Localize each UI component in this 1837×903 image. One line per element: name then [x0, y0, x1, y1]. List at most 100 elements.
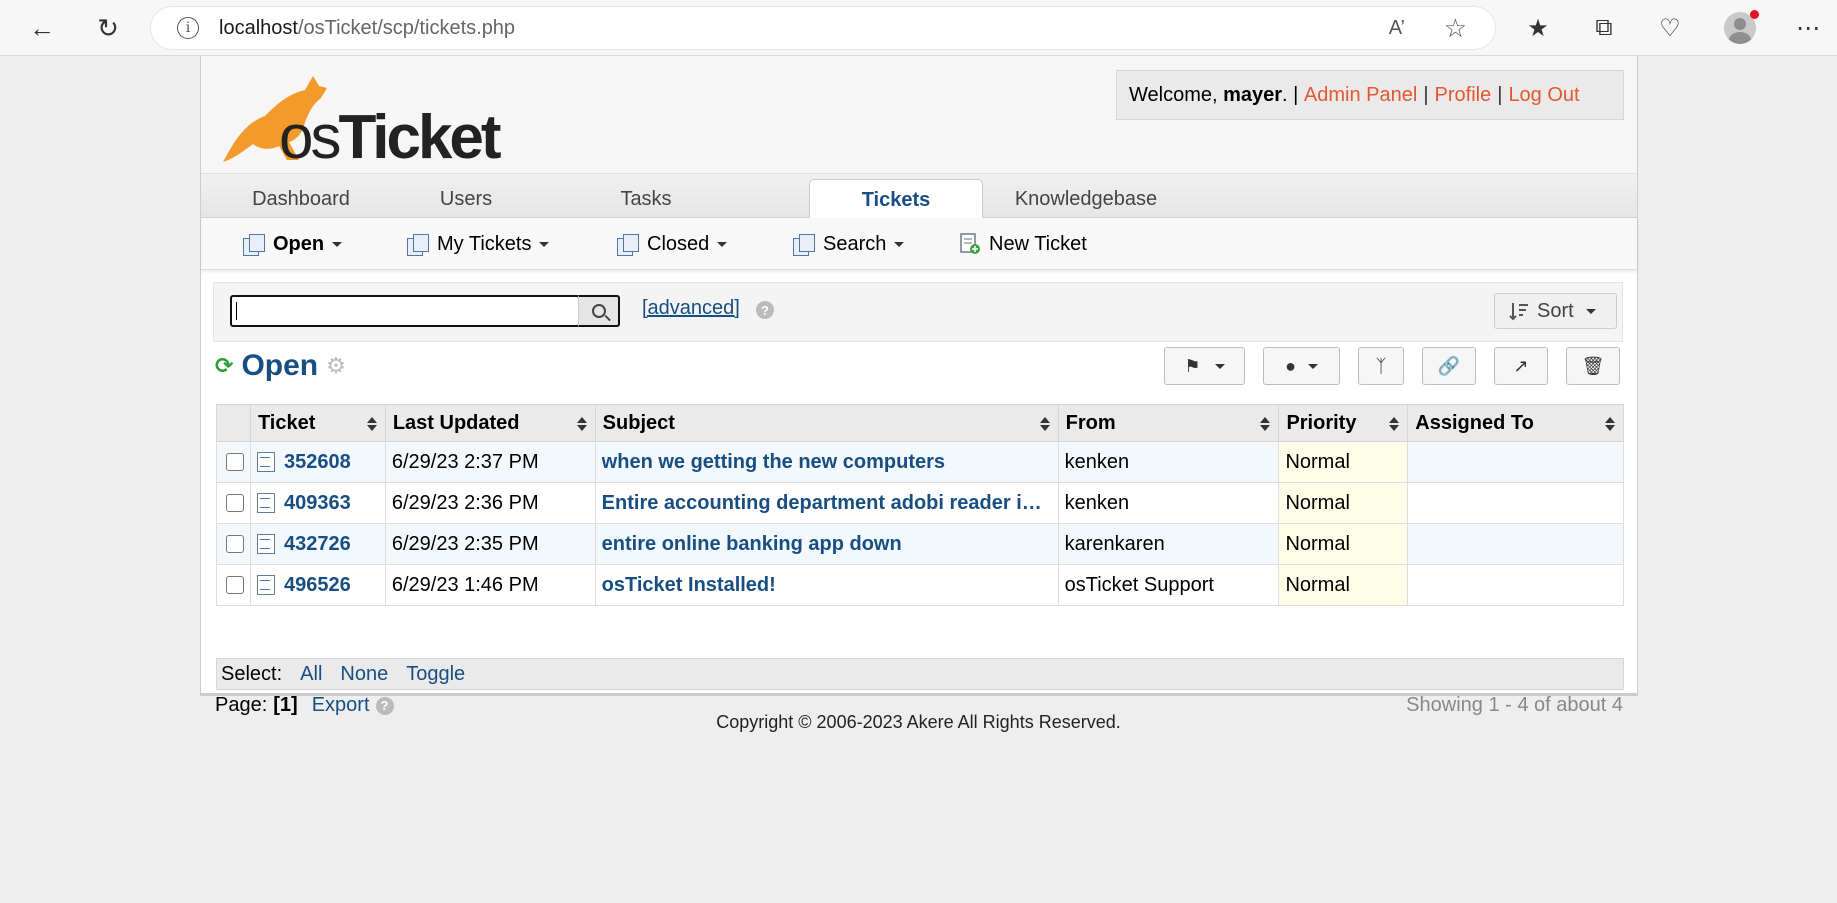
- queue-icon: [793, 234, 815, 256]
- transfer-button[interactable]: ↗: [1494, 347, 1548, 385]
- row-checkbox[interactable]: [226, 576, 245, 595]
- url-path: /osTicket/scp/tickets.php: [297, 16, 516, 39]
- url-text[interactable]: localhost/osTicket/scp/tickets.php: [219, 17, 515, 40]
- search-button[interactable]: [578, 295, 620, 327]
- column-header-assigned-to[interactable]: Assigned To: [1407, 404, 1624, 442]
- ticket-number-link[interactable]: 496526: [284, 574, 351, 597]
- ticket-number-link[interactable]: 409363: [284, 492, 351, 515]
- gear-icon[interactable]: ⚙: [326, 353, 346, 379]
- refresh-icon[interactable]: ⟳: [215, 353, 233, 379]
- subnav-my-tickets[interactable]: My Tickets: [407, 230, 550, 258]
- select-none-link[interactable]: None: [340, 663, 388, 686]
- column-header-subject[interactable]: Subject: [594, 404, 1059, 442]
- profile-link[interactable]: Profile: [1435, 84, 1492, 107]
- subject-cell: entire online banking app down: [594, 523, 1059, 565]
- search-input[interactable]: [230, 295, 580, 327]
- caret-down-icon: [539, 241, 550, 247]
- assign-button[interactable]: ●: [1263, 347, 1340, 385]
- sort-button[interactable]: Sort: [1494, 293, 1617, 329]
- subnav-search[interactable]: Search: [793, 230, 905, 258]
- tab-knowledgebase[interactable]: Knowledgebase: [1001, 179, 1171, 219]
- queue-title[interactable]: Open: [241, 349, 318, 383]
- row-checkbox[interactable]: [226, 535, 245, 554]
- from-cell: osTicket Support: [1057, 564, 1280, 606]
- select-bar: Select: All None Toggle: [216, 658, 1624, 690]
- new-ticket-icon: [960, 233, 980, 254]
- address-bar[interactable]: i localhost/osTicket/scp/tickets.php A’ …: [150, 6, 1496, 50]
- back-arrow-icon[interactable]: ←: [24, 10, 60, 46]
- logo-prefix: os: [279, 103, 342, 172]
- table-header-row: Ticket Last Updated Subject From Priorit…: [216, 404, 1624, 442]
- subject-link[interactable]: Entire accounting department adobi reade…: [602, 492, 1052, 515]
- subnav-my-tickets-label: My Tickets: [437, 232, 532, 255]
- tab-dashboard[interactable]: Dashboard: [231, 179, 371, 219]
- row-checkbox[interactable]: [226, 494, 245, 513]
- favorites-icon[interactable]: ★: [1520, 10, 1556, 46]
- logo-wordmark: osTicket: [279, 102, 502, 173]
- column-header-ticket[interactable]: Ticket: [249, 404, 386, 442]
- notification-dot: [1750, 10, 1759, 19]
- delete-button[interactable]: 🗑: [1566, 347, 1620, 385]
- queue-icon: [407, 234, 429, 256]
- ticket-subnav: Open My Tickets Closed Search New Ticket: [201, 218, 1637, 270]
- queue-icon: [617, 234, 639, 256]
- column-header-priority[interactable]: Priority: [1278, 404, 1409, 442]
- priority-cell: Normal: [1278, 523, 1409, 565]
- admin-panel-link[interactable]: Admin Panel: [1304, 84, 1417, 107]
- column-header-label: From: [1065, 411, 1116, 434]
- search-bar: [advanced] ? Sort: [213, 282, 1623, 342]
- caret-down-icon: [717, 241, 728, 247]
- ticket-number-cell: 496526: [249, 564, 386, 606]
- trash-icon: 🗑: [1581, 355, 1605, 376]
- favorite-star-icon[interactable]: ☆: [1444, 13, 1467, 44]
- column-header-label: Priority: [1286, 411, 1357, 434]
- priority-cell: Normal: [1278, 564, 1409, 606]
- subject-link[interactable]: when we getting the new computers: [602, 451, 1052, 474]
- column-header-from[interactable]: From: [1057, 404, 1280, 442]
- subject-link[interactable]: entire online banking app down: [602, 533, 1052, 556]
- subnav-new-ticket[interactable]: New Ticket: [959, 230, 1087, 258]
- subnav-closed[interactable]: Closed: [617, 230, 728, 258]
- select-column-header: [216, 404, 251, 442]
- browser-essentials-icon[interactable]: ♡: [1652, 10, 1688, 46]
- site-info-icon[interactable]: i: [177, 17, 199, 39]
- page-container: osTicket Welcome, mayer. | Admin Panel |…: [200, 56, 1638, 716]
- merge-button[interactable]: ᛉ: [1358, 347, 1404, 385]
- more-menu-icon[interactable]: ⋯: [1790, 10, 1826, 46]
- osticket-logo[interactable]: osTicket: [213, 64, 513, 172]
- last-updated-cell: 6/29/23 2:35 PM: [384, 523, 596, 565]
- select-label: Select:: [221, 662, 283, 685]
- logout-link[interactable]: Log Out: [1508, 84, 1579, 107]
- queue-header: ⟳ Open ⚙: [215, 346, 346, 386]
- ticket-number-link[interactable]: 432726: [284, 533, 351, 556]
- select-toggle-link[interactable]: Toggle: [406, 663, 465, 686]
- flag-icon: ⚑: [1184, 355, 1201, 376]
- column-header-last-updated[interactable]: Last Updated: [384, 404, 596, 442]
- ticket-number-link[interactable]: 352608: [284, 451, 351, 474]
- search-icon: [591, 304, 606, 318]
- table-row: 496526 6/29/23 1:46 PM osTicket Installe…: [216, 564, 1624, 606]
- priority-cell: Normal: [1278, 482, 1409, 524]
- change-priority-button[interactable]: ⚑: [1164, 347, 1245, 385]
- help-icon[interactable]: ?: [756, 301, 774, 319]
- row-checkbox[interactable]: [226, 453, 245, 472]
- subject-link[interactable]: osTicket Installed!: [602, 574, 1052, 597]
- tab-tasks[interactable]: Tasks: [586, 179, 706, 219]
- link-button[interactable]: 🔗: [1422, 347, 1476, 385]
- ticket-icon: [256, 534, 275, 554]
- ticket-number-cell: 352608: [249, 441, 386, 483]
- subnav-open[interactable]: Open: [243, 230, 343, 258]
- tab-users[interactable]: Users: [406, 179, 526, 219]
- sort-arrows-icon: [366, 417, 377, 431]
- advanced-search-link[interactable]: [advanced]: [642, 297, 740, 320]
- username-suffix: . |: [1282, 83, 1299, 106]
- subject-cell: osTicket Installed!: [594, 564, 1059, 606]
- tab-tickets[interactable]: Tickets: [809, 179, 983, 220]
- ticket-number-cell: 432726: [249, 523, 386, 565]
- select-all-link[interactable]: All: [300, 663, 322, 686]
- read-aloud-icon[interactable]: A’: [1389, 17, 1405, 40]
- collections-icon[interactable]: ⧉: [1586, 10, 1622, 46]
- sort-arrows-icon: [576, 417, 587, 431]
- reload-icon[interactable]: ↻: [90, 10, 126, 46]
- site-header: osTicket Welcome, mayer. | Admin Panel |…: [201, 56, 1637, 173]
